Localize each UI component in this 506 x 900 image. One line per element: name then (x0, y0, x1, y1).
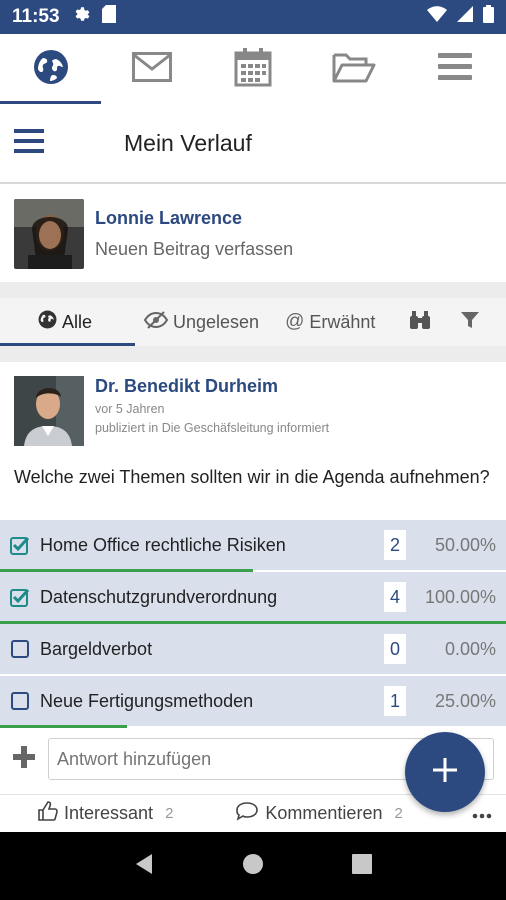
page-title: Mein Verlauf (124, 129, 252, 156)
poll-percentage: 100.00% (424, 586, 496, 607)
poll-vote-count[interactable]: 4 (384, 582, 406, 612)
add-attachment-button[interactable] (0, 745, 48, 773)
search-button[interactable] (409, 298, 431, 346)
post-group[interactable]: publiziert in Die Geschäfsleitung inform… (95, 421, 329, 435)
folder-icon (332, 51, 376, 88)
filter-all-label: Alle (62, 311, 93, 332)
wifi-icon (427, 6, 447, 28)
filter-mentioned[interactable]: @ Erwähnt (285, 298, 375, 346)
add-post-button[interactable] (405, 732, 485, 812)
poll: Home Office rechtliche Risiken 2 50.00% Dat… (0, 520, 506, 728)
current-user-name[interactable]: Lonnie Lawrence (95, 208, 293, 229)
tab-more[interactable] (405, 34, 506, 104)
author-avatar[interactable] (14, 376, 84, 446)
battery-icon (483, 5, 494, 29)
globe-icon (38, 310, 57, 334)
section-divider (0, 282, 506, 298)
back-icon[interactable] (134, 853, 154, 880)
like-count: 2 (165, 805, 174, 822)
status-bar: 11:53 (0, 0, 506, 34)
poll-progress-bar (0, 725, 127, 728)
like-button[interactable]: Interessant 2 (38, 801, 173, 826)
poll-percentage: 0.00% (444, 638, 496, 659)
filter-button[interactable] (461, 298, 480, 346)
poll-vote-count[interactable]: 1 (384, 686, 406, 716)
tab-files[interactable] (304, 34, 405, 104)
status-time: 11:53 (12, 6, 60, 27)
checkbox-checked-icon[interactable] (0, 535, 40, 555)
post-author[interactable]: Dr. Benedikt Durheim (95, 376, 329, 397)
post-time: vor 5 Jahren (95, 402, 165, 416)
calendar-icon (234, 47, 272, 92)
poll-option-label: Neue Fertigungsmethoden (40, 690, 254, 711)
filter-unread-label: Ungelesen (173, 311, 260, 332)
thumbs-up-icon (38, 801, 58, 826)
plus-icon (13, 745, 35, 773)
filter-bar: Alle Ungelesen @ Erwähnt (0, 298, 506, 346)
signal-icon (457, 6, 473, 28)
title-bar: Mein Verlauf (0, 104, 506, 184)
hamburger-icon (14, 128, 44, 158)
section-divider (0, 346, 506, 362)
system-nav-bar (0, 832, 506, 900)
hamburger-icon (438, 52, 473, 87)
poll-option[interactable]: Neue Fertigungsmethoden 1 25.00% (0, 676, 506, 728)
funnel-icon (461, 311, 480, 334)
menu-button[interactable] (0, 103, 58, 183)
poll-option[interactable]: Home Office rechtliche Risiken 2 50.00% (0, 520, 506, 572)
poll-option[interactable]: Datenschutzgrundverordnung 4 100.00% (0, 572, 506, 624)
tab-stream[interactable] (0, 34, 102, 104)
poll-option-label: Datenschutzgrundverordnung (40, 586, 278, 607)
poll-percentage: 50.00% (434, 534, 496, 555)
binoculars-icon (409, 310, 431, 335)
filter-unread[interactable]: Ungelesen (143, 298, 260, 346)
app-tab-bar (0, 34, 506, 104)
poll-vote-count[interactable]: 0 (384, 634, 406, 664)
filter-all[interactable]: Alle (0, 298, 135, 346)
tab-calendar[interactable] (202, 34, 303, 104)
plus-icon (433, 757, 457, 787)
avatar (14, 199, 84, 269)
checkbox-icon[interactable] (0, 640, 40, 658)
like-label: Interessant (64, 803, 154, 823)
new-post-composer[interactable]: Lonnie Lawrence Neuen Beitrag verfassen (0, 186, 506, 282)
comment-button[interactable]: Kommentieren 2 (235, 801, 403, 826)
recents-icon[interactable] (352, 853, 372, 879)
filter-mentioned-label: Erwähnt (309, 311, 376, 332)
poll-question: Welche zwei Themen sollten wir in die Ag… (14, 467, 490, 487)
globe-icon (33, 49, 69, 90)
poll-option-label: Bargeldverbot (40, 638, 153, 659)
more-options-button[interactable] (472, 803, 492, 824)
poll-percentage: 25.00% (434, 690, 496, 711)
mail-icon (131, 51, 172, 87)
poll-option-label: Home Office rechtliche Risiken (40, 534, 286, 555)
checkbox-checked-icon[interactable] (0, 587, 40, 607)
new-post-prompt[interactable]: Neuen Beitrag verfassen (95, 239, 293, 260)
home-icon[interactable] (242, 853, 264, 880)
checkbox-icon[interactable] (0, 692, 40, 710)
more-dots-icon (472, 803, 492, 824)
poll-option[interactable]: Bargeldverbot 0 0.00% (0, 624, 506, 676)
gear-icon (72, 5, 90, 29)
comment-icon (235, 801, 259, 826)
tab-messages[interactable] (101, 34, 202, 104)
at-icon: @ (285, 311, 305, 332)
sd-card-icon (101, 5, 116, 29)
poll-vote-count[interactable]: 2 (384, 530, 406, 560)
comment-count: 2 (394, 805, 403, 822)
comment-label: Kommentieren (265, 803, 383, 823)
eye-slash-icon (143, 310, 169, 334)
